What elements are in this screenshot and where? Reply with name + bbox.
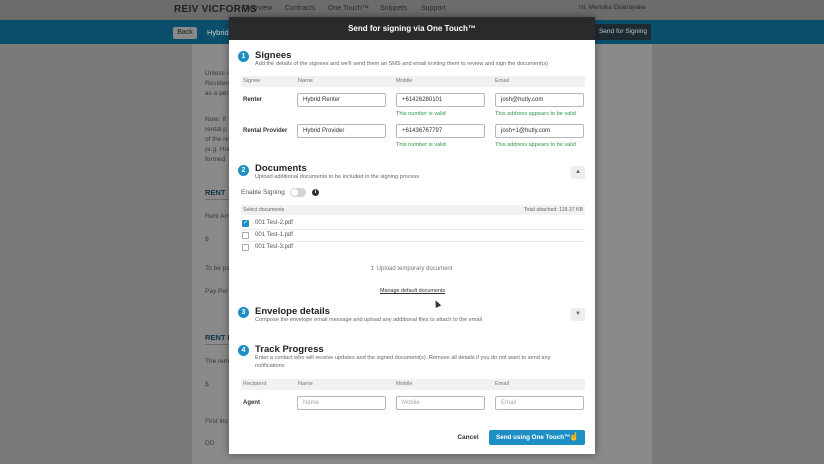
renter-email-input[interactable]: josh@hutly.com [495, 93, 584, 107]
documents-title: Documents [255, 163, 307, 174]
col-signee: Signee [243, 78, 261, 84]
send-using-one-touch-button[interactable]: Send using One Touch™ ☝ [489, 430, 585, 445]
step-3-badge: 3 [238, 307, 249, 318]
step-2-badge: 2 [238, 165, 249, 176]
renter-mobile-status: This number is valid [396, 111, 446, 117]
track-table-header: Recipient Name Mobile Email [241, 379, 585, 390]
doc-snippet: DD [205, 440, 215, 447]
checkbox-icon[interactable] [242, 232, 249, 239]
document-name: 001 Test-3.pdf [255, 244, 293, 250]
track-description-line-1: Enter a contact who will receive updates… [255, 355, 551, 361]
provider-name-input[interactable]: Hybrid Provider [297, 124, 386, 138]
envelope-title: Envelope details [255, 306, 330, 317]
toggle-knob [291, 189, 298, 196]
envelope-description: Compose the envelope email message and u… [255, 317, 483, 323]
doc-heading: RENT I [205, 333, 230, 342]
doc-snippet: Note: If [205, 116, 226, 123]
track-description-line-2: notifications [255, 363, 285, 369]
doc-snippet: of the re [205, 136, 229, 143]
documents-description: Upload additional documents to be includ… [255, 174, 420, 180]
signees-description: Add the details of the signees and we'll… [255, 61, 549, 67]
renter-name-input[interactable]: Hybrid Renter [297, 93, 386, 107]
doc-snippet: Unless i [205, 70, 229, 77]
enable-signing-toggle[interactable] [290, 188, 306, 197]
modal-title: Send for signing via One Touch™ [229, 17, 595, 40]
chevron-down-icon: ▼ [575, 311, 581, 317]
track-progress-title: Track Progress [255, 344, 324, 355]
doc-heading: RENT [205, 188, 226, 197]
provider-mobile-input[interactable]: +61436767797 [396, 124, 485, 138]
step-4-badge: 4 [238, 345, 249, 356]
col-name: Name [298, 381, 313, 387]
signee-role-renter: Renter [243, 97, 263, 103]
nav-contracts[interactable]: Contracts [285, 5, 315, 12]
manage-default-documents-link[interactable]: Manage default documents [380, 288, 445, 294]
doc-snippet: Resident [205, 80, 231, 87]
col-mobile: Mobile [396, 381, 413, 387]
document-name: 001 Test-1.pdf [255, 232, 293, 238]
col-email: Email [495, 78, 509, 84]
divider [205, 199, 229, 200]
enable-signing-label: Enable Signing [241, 189, 285, 196]
document-row[interactable]: 001 Test-1.pdf [241, 230, 585, 242]
back-button[interactable]: Back [173, 27, 197, 39]
document-row[interactable]: 001 Test-3.pdf [241, 242, 585, 254]
doc-snippet: formed [205, 156, 226, 163]
doc-snippet: First ins [205, 418, 228, 425]
document-row[interactable]: ✓ 001 Test-2.pdf [241, 218, 585, 230]
select-documents-label: Select documents [243, 207, 285, 213]
recipient-role-agent: Agent [243, 400, 260, 406]
doc-snippet: To be pa [205, 265, 230, 272]
renter-mobile-input[interactable]: +61426280101 [396, 93, 485, 107]
documents-table-header: Select documents Total attached: 119.37 … [241, 205, 585, 215]
nav-support[interactable]: Support [421, 5, 446, 12]
cancel-button[interactable]: Cancel [455, 430, 481, 445]
agent-email-input[interactable]: Email [495, 396, 584, 410]
col-mobile: Mobile [396, 78, 413, 84]
checkbox-checked-icon[interactable]: ✓ [242, 220, 249, 227]
document-name: 001 Test-2.pdf [255, 220, 293, 226]
total-attached: Total attached: 119.37 KB [523, 207, 583, 213]
chevron-up-icon: ▲ [575, 169, 581, 175]
doc-snippet: $ [205, 236, 209, 243]
documents-collapse-button[interactable]: ▲ [571, 166, 585, 179]
nav-snippets[interactable]: Snippets [380, 5, 407, 12]
renter-email-status: This address appears to be valid [495, 111, 576, 117]
doc-snippet: rental p [205, 126, 227, 133]
provider-mobile-status: This number is valid [396, 142, 446, 148]
upload-temporary-document-link[interactable]: ↥ Upload temporary document [370, 265, 452, 272]
document-title: Hybrid [207, 28, 229, 37]
checkbox-icon[interactable] [242, 244, 249, 251]
send-for-signing-button[interactable]: Send for Signing [595, 24, 651, 40]
col-email: Email [495, 381, 509, 387]
info-icon[interactable]: i [312, 189, 319, 196]
send-button-label: Send using One Touch™ [496, 434, 571, 441]
user-menu[interactable]: Hi, Menuka Ekanayake [579, 4, 646, 11]
doc-snippet: $ [205, 381, 209, 388]
signees-title: Signees [255, 50, 292, 61]
col-name: Name [298, 78, 313, 84]
signees-table-header: Signee Name Mobile Email [241, 76, 585, 87]
agent-mobile-input[interactable]: Mobile [396, 396, 485, 410]
doc-snippet: The rem [205, 358, 230, 365]
col-recipient: Recipient [243, 381, 267, 387]
provider-email-input[interactable]: josh+1@hutly.com [495, 124, 584, 138]
doc-snippet: (e.g. Hoi [205, 146, 230, 153]
send-for-signing-modal: Send for signing via One Touch™ 1 Signee… [229, 17, 595, 454]
step-1-badge: 1 [238, 51, 249, 62]
touch-icon: ☝ [569, 432, 579, 441]
doc-snippet: Rent Am [205, 213, 230, 220]
signee-role-rental-provider: Rental Provider [243, 128, 288, 134]
nav-one-touch[interactable]: One Touch™ [328, 5, 369, 12]
divider [205, 344, 229, 345]
envelope-expand-button[interactable]: ▼ [571, 308, 585, 321]
upload-icon: ↥ [370, 266, 376, 272]
nav-overview[interactable]: Overview [243, 5, 272, 12]
doc-snippet: as a per [205, 90, 229, 97]
doc-snippet: Pay Per [205, 288, 229, 295]
provider-email-status: This address appears to be valid [495, 142, 576, 148]
agent-name-input[interactable]: Name [297, 396, 386, 410]
upload-label: Upload temporary document [376, 266, 453, 272]
